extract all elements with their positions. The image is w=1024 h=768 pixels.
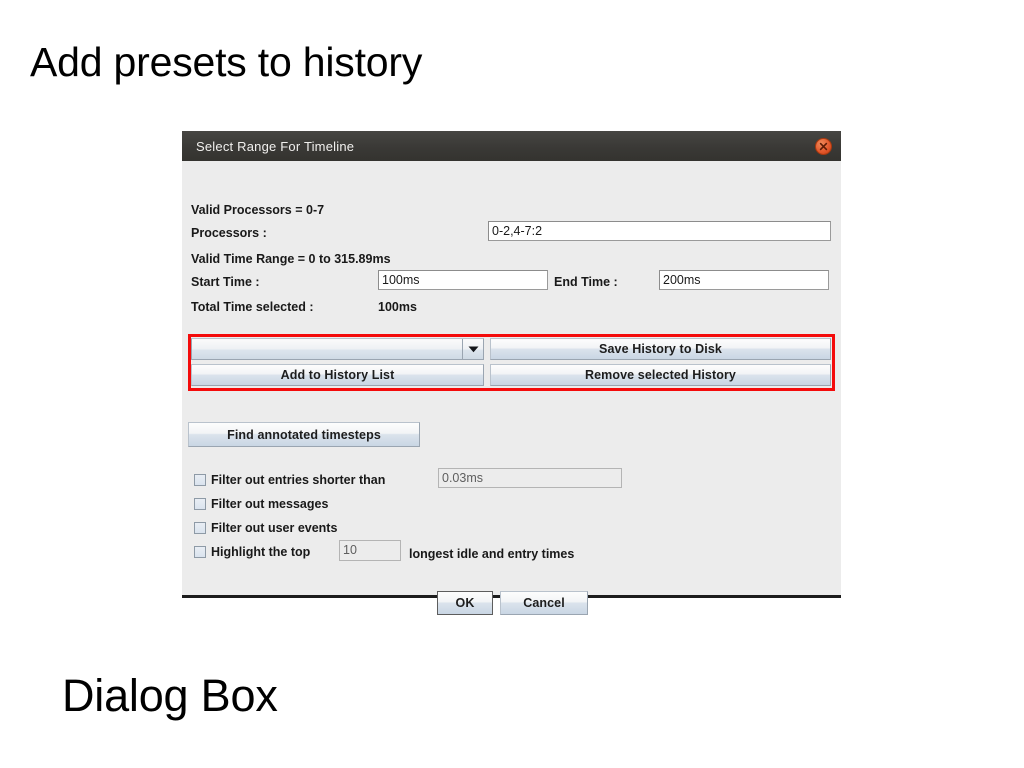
close-icon[interactable] bbox=[815, 137, 832, 155]
filter-messages-label: Filter out messages bbox=[211, 497, 329, 511]
filter-user-events-checkbox[interactable] bbox=[194, 522, 206, 534]
highlight-top-checkbox[interactable] bbox=[194, 546, 206, 558]
filter-messages-row[interactable]: Filter out messages bbox=[194, 496, 328, 512]
history-preset-value bbox=[192, 339, 462, 359]
highlight-top-label: Highlight the top bbox=[211, 545, 311, 559]
highlight-top-suffix-label: longest idle and entry times bbox=[409, 547, 575, 561]
start-time-input[interactable]: 100ms bbox=[378, 270, 548, 290]
valid-time-range-label: Valid Time Range = 0 to 315.89ms bbox=[191, 252, 391, 266]
remove-selected-history-button[interactable]: Remove selected History bbox=[490, 364, 831, 386]
total-time-value: 100ms bbox=[378, 300, 417, 314]
min-entry-duration-input[interactable]: 0.03ms bbox=[438, 468, 622, 488]
save-history-to-disk-button[interactable]: Save History to Disk bbox=[490, 338, 831, 360]
filter-entries-shorter-than-label: Filter out entries shorter than bbox=[211, 473, 386, 487]
add-to-history-list-button[interactable]: Add to History List bbox=[191, 364, 484, 386]
end-time-input[interactable]: 200ms bbox=[659, 270, 829, 290]
slide-caption: Dialog Box bbox=[62, 670, 278, 721]
history-preset-dropdown[interactable] bbox=[191, 338, 484, 360]
dialog-titlebar: Select Range For Timeline bbox=[182, 131, 841, 161]
processors-input[interactable]: 0-2,4-7:2 bbox=[488, 221, 831, 241]
valid-processors-label: Valid Processors = 0-7 bbox=[191, 203, 325, 217]
filter-entries-shorter-than-checkbox[interactable] bbox=[194, 474, 206, 486]
highlight-top-row[interactable]: Highlight the top bbox=[194, 544, 310, 560]
filter-messages-checkbox[interactable] bbox=[194, 498, 206, 510]
find-annotated-timesteps-button[interactable]: Find annotated timesteps bbox=[188, 422, 420, 447]
select-range-dialog: Select Range For Timeline Valid Processo… bbox=[182, 131, 841, 615]
filter-user-events-row[interactable]: Filter out user events bbox=[194, 520, 337, 536]
end-time-label: End Time : bbox=[554, 275, 618, 289]
ok-button[interactable]: OK bbox=[437, 591, 493, 615]
dialog-body: Valid Processors = 0-7 Processors : 0-2,… bbox=[182, 161, 841, 615]
page-title: Add presets to history bbox=[30, 39, 423, 85]
start-time-label: Start Time : bbox=[191, 275, 260, 289]
dialog-title: Select Range For Timeline bbox=[196, 138, 355, 154]
filter-entries-shorter-than-row[interactable]: Filter out entries shorter than bbox=[194, 472, 385, 488]
highlight-top-count-input[interactable]: 10 bbox=[339, 540, 401, 561]
processors-label: Processors : bbox=[191, 226, 267, 240]
cancel-button[interactable]: Cancel bbox=[500, 591, 588, 615]
total-time-label: Total Time selected : bbox=[191, 300, 314, 314]
chevron-down-icon[interactable] bbox=[462, 339, 483, 359]
filter-user-events-label: Filter out user events bbox=[211, 521, 338, 535]
